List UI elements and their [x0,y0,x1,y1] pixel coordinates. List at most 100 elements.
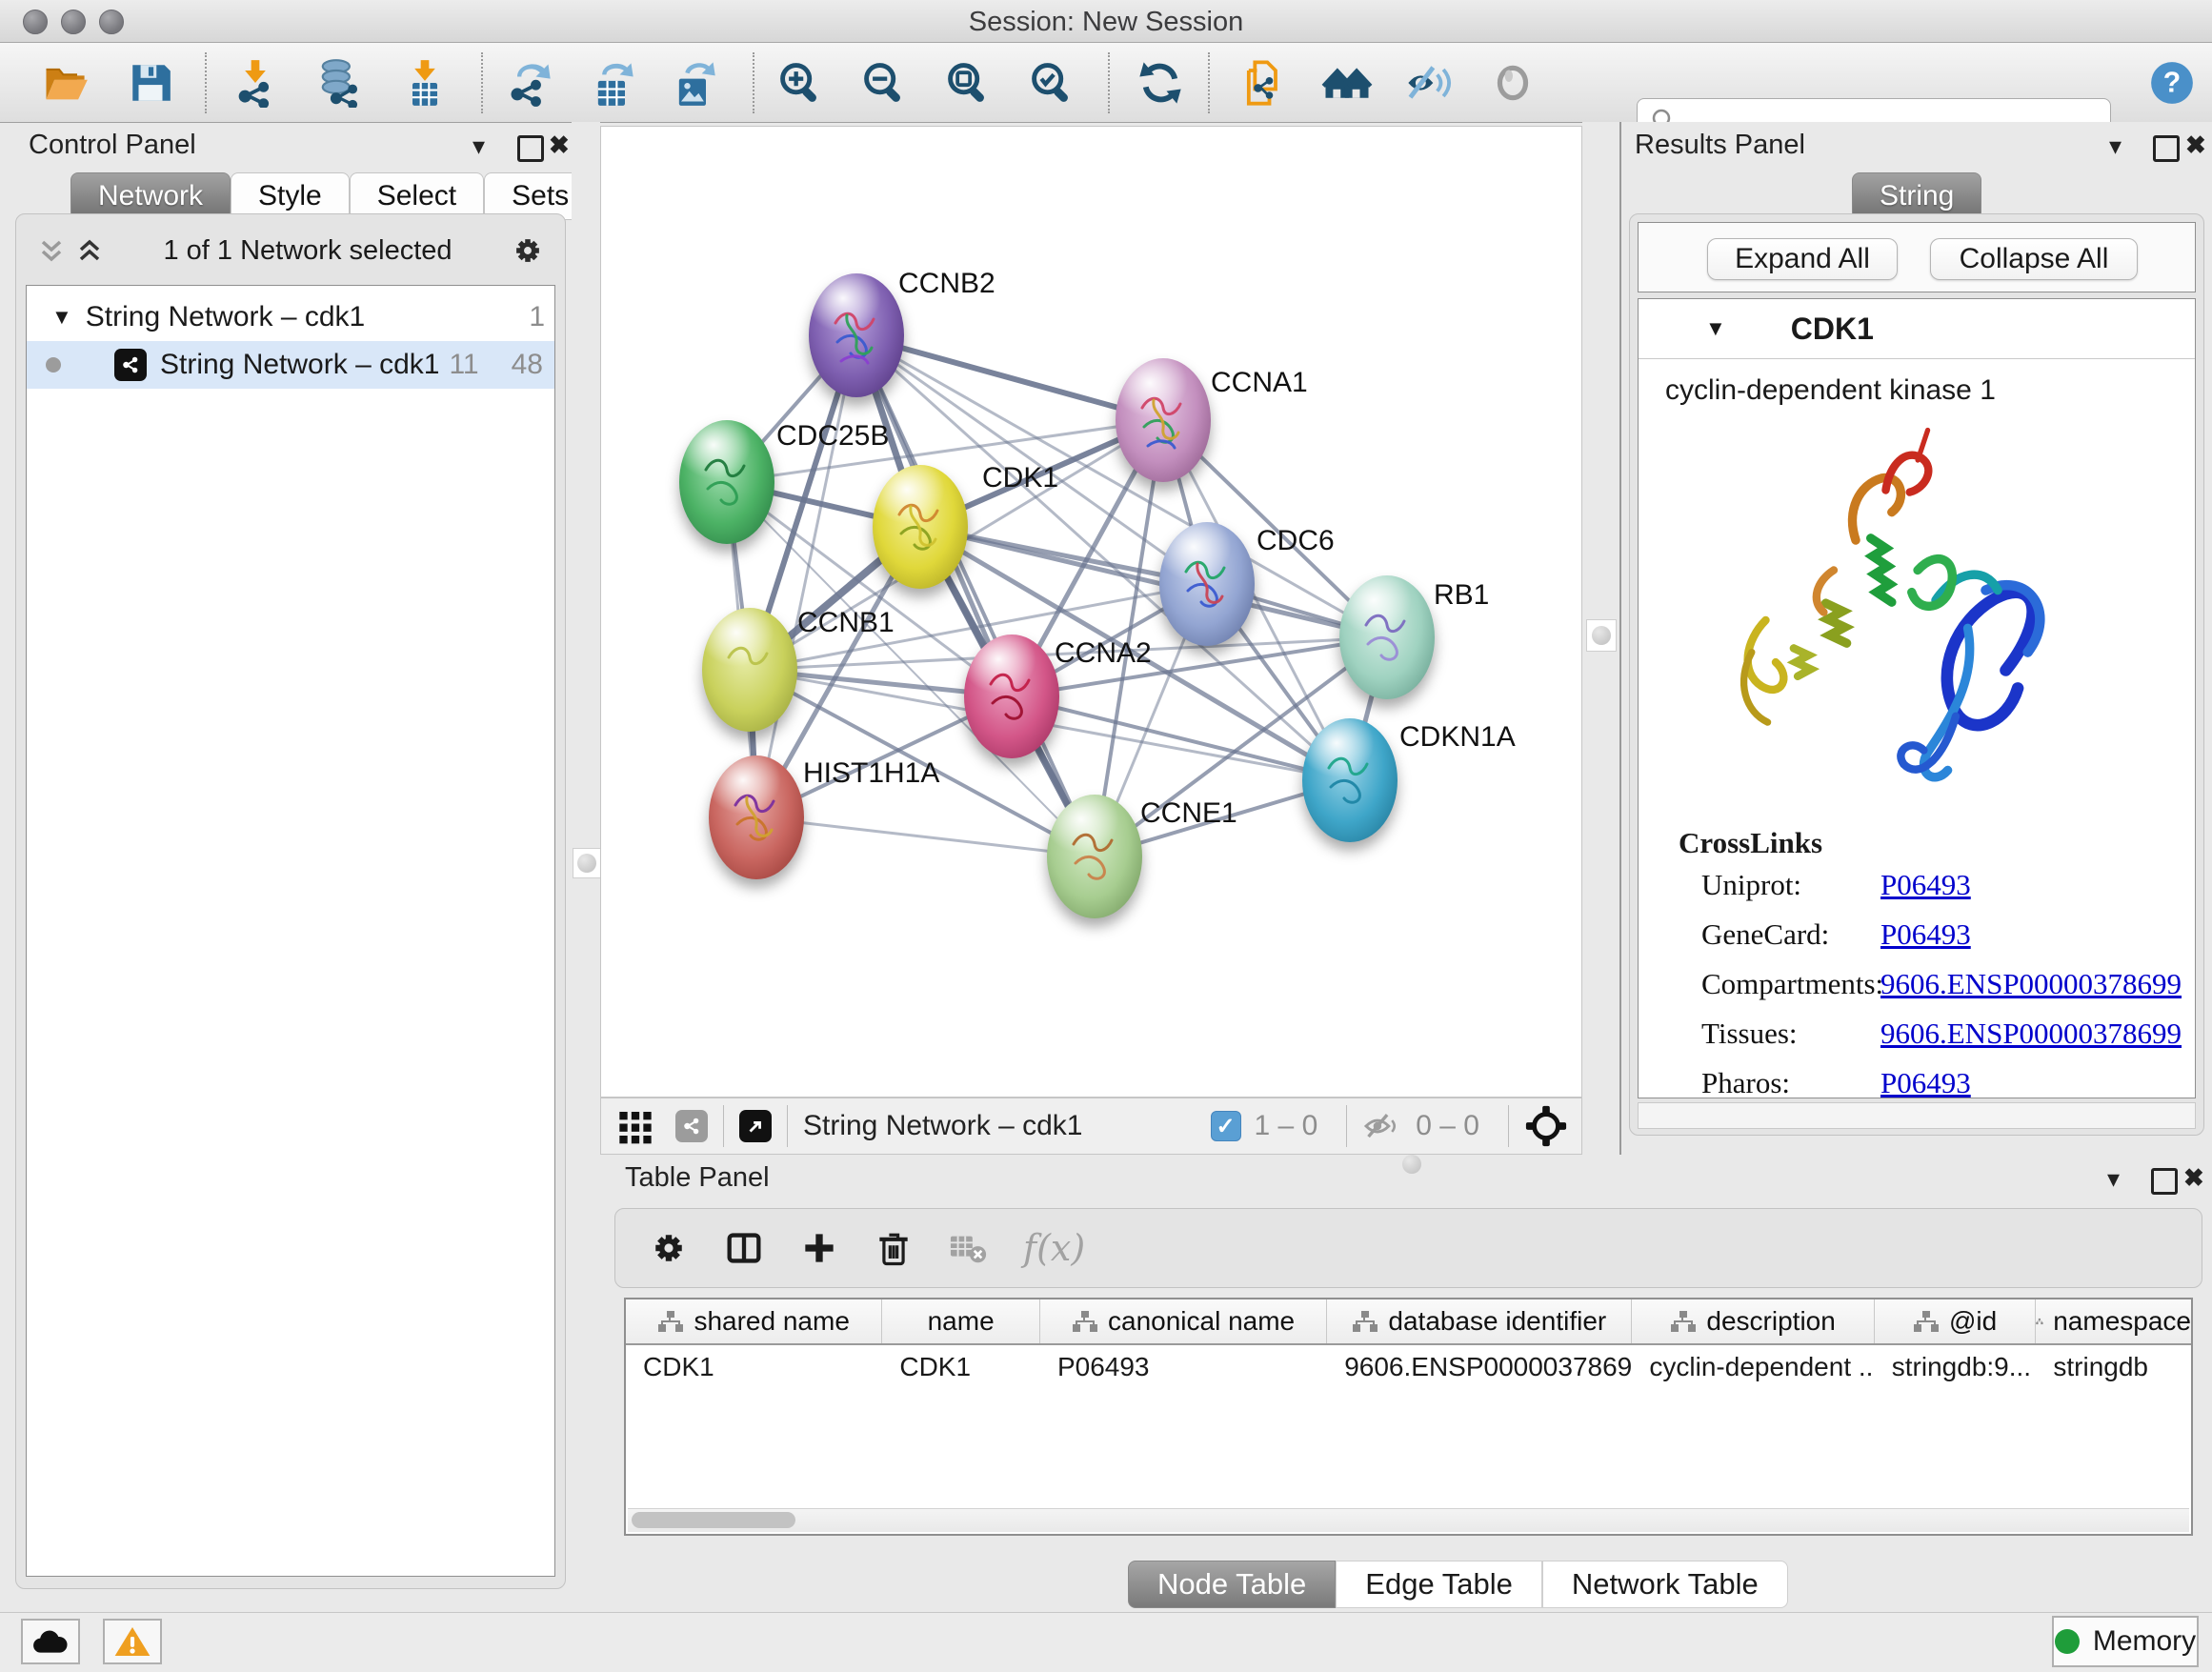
hidden-eye-icon[interactable] [1362,1110,1402,1142]
cloud-button[interactable] [21,1619,80,1664]
panel-float-icon[interactable] [2151,1168,2178,1195]
zoom-fit-button[interactable] [941,56,995,110]
crosslink-value[interactable]: 9606.ENSP00000378699 [1880,1017,2195,1051]
export-network-button[interactable] [503,56,556,110]
selected-checkbox[interactable]: ✓ [1211,1111,1241,1141]
cell-description[interactable]: cyclin-dependent ... [1632,1345,1874,1389]
network-node-CCNB1[interactable] [702,608,797,732]
network-row[interactable]: String Network – cdk1 11 48 [27,341,554,389]
tree-expander-icon[interactable]: ▼ [51,305,72,330]
network-canvas[interactable]: CCNB2CCNA1CDC25BCDK1CDC6RB1CCNB1CCNA2CDK… [600,126,1582,1098]
control-panel-title: Control Panel [29,130,196,161]
import-network-from-database-button[interactable] [312,56,365,110]
panel-float-icon[interactable] [2153,135,2180,162]
crosslink-value[interactable]: P06493 [1880,1066,2195,1098]
collapse-all-button[interactable]: Collapse All [1930,238,2138,280]
open-session-button[interactable] [38,56,91,110]
network-view-icon[interactable] [675,1110,708,1142]
help-button[interactable]: ? [2145,56,2199,110]
apply-layout-button[interactable] [1134,56,1187,110]
left-splitter[interactable] [572,122,600,1612]
cell-id[interactable]: stringdb:9... [1875,1345,2037,1389]
export-table-button[interactable] [586,56,639,110]
crosslink-value[interactable]: P06493 [1880,917,2195,952]
tab-node-table[interactable]: Node Table [1128,1561,1336,1608]
columns-icon[interactable] [722,1226,766,1270]
panel-close-icon[interactable]: ✖ [2185,132,2206,157]
column-header[interactable]: database identifier [1327,1299,1632,1343]
show-glass-button[interactable] [1486,56,1539,110]
panel-close-icon[interactable]: ✖ [549,132,570,157]
network-node-HIST1H1A[interactable] [709,755,804,879]
crosslink-value[interactable]: 9606.ENSP00000378699 [1880,967,2195,1001]
network-node-RB1[interactable] [1339,575,1435,699]
import-network-from-file-button[interactable] [229,56,282,110]
zoom-out-button[interactable] [857,56,911,110]
toolbar-separator [787,1105,788,1147]
zoom-in-button[interactable] [774,56,827,110]
export-image-button[interactable] [667,56,720,110]
tab-edge-table[interactable]: Edge Table [1336,1561,1542,1608]
hierarchy-icon [657,1310,684,1333]
network-node-CDKN1A[interactable] [1302,718,1398,842]
crosslink-value[interactable]: P06493 [1880,868,2195,902]
gear-icon[interactable] [510,232,546,269]
panel-menu-icon[interactable]: ▾ [2109,133,2122,158]
cell-database-identifier[interactable]: 9606.ENSP00000378699 [1327,1345,1632,1389]
grid-view-icon[interactable] [616,1107,654,1145]
node-label: RB1 [1434,579,1489,612]
gene-symbol: CDK1 [1791,312,1874,347]
cell-shared-name[interactable]: CDK1 [626,1345,882,1389]
column-header[interactable]: @id [1875,1299,2037,1343]
network-node-CDC25B[interactable] [679,420,774,544]
warnings-button[interactable] [103,1619,162,1664]
panel-close-icon[interactable]: ✖ [2183,1165,2204,1190]
network-node-CDK1[interactable] [873,465,968,589]
column-header[interactable]: name [882,1299,1040,1343]
right-splitter[interactable] [1582,122,1619,1155]
birds-eye-icon[interactable] [1524,1104,1568,1148]
network-collection-row[interactable]: ▼ String Network – cdk1 1 [27,293,554,341]
gene-header-row[interactable]: ▼ CDK1 [1639,299,2195,359]
expand-all-button[interactable]: Expand All [1707,238,1898,280]
panel-menu-icon[interactable]: ▾ [473,133,485,158]
home-string-button[interactable] [1320,56,1374,110]
hide-glass-button[interactable] [1402,56,1456,110]
network-node-CCNA1[interactable] [1116,358,1211,482]
collapse-all-icon[interactable] [35,234,68,267]
table-row[interactable]: CDK1 CDK1 P06493 9606.ENSP00000378699 cy… [626,1345,2191,1389]
tab-network-table[interactable]: Network Table [1542,1561,1788,1608]
memory-button[interactable]: Memory [2052,1616,2199,1667]
panel-float-icon[interactable] [517,135,544,162]
network-node-CCNA2[interactable] [964,635,1059,758]
network-node-CCNB2[interactable] [809,273,904,397]
column-header[interactable]: description [1632,1299,1874,1343]
add-icon[interactable] [798,1227,840,1269]
string-results-card: Expand All Collapse All ▼ CDK1 cyclin-de… [1629,213,2204,1136]
splitter-handle[interactable] [573,848,601,878]
scrollbar-thumb[interactable] [632,1512,795,1528]
cell-namespace[interactable]: stringdb [2036,1345,2191,1389]
collapse-section-icon[interactable]: ▼ [1705,316,1726,341]
cell-canonical-name[interactable]: P06493 [1040,1345,1327,1389]
clone-network-button[interactable] [1237,56,1290,110]
import-table-from-file-button[interactable] [398,56,452,110]
network-node-CCNE1[interactable] [1047,795,1142,918]
save-session-button[interactable] [124,56,177,110]
detach-view-icon[interactable] [739,1110,772,1142]
protein-structure-image [1696,420,2096,820]
node-label: CDC6 [1257,525,1335,557]
zoom-selected-button[interactable] [1025,56,1078,110]
column-header[interactable]: shared name [626,1299,882,1343]
panel-menu-icon[interactable]: ▾ [2107,1166,2120,1191]
cell-name[interactable]: CDK1 [882,1345,1040,1389]
expand-all-icon[interactable] [73,234,106,267]
column-header[interactable]: namespace [2036,1299,2191,1343]
gear-icon[interactable] [648,1227,690,1269]
network-node-CDC6[interactable] [1159,522,1255,646]
network-view-name: String Network – cdk1 [803,1110,1082,1142]
splitter-handle[interactable] [1586,619,1617,652]
delete-icon[interactable] [873,1227,915,1269]
column-header[interactable]: canonical name [1040,1299,1327,1343]
horizontal-scrollbar[interactable] [628,1508,2189,1532]
